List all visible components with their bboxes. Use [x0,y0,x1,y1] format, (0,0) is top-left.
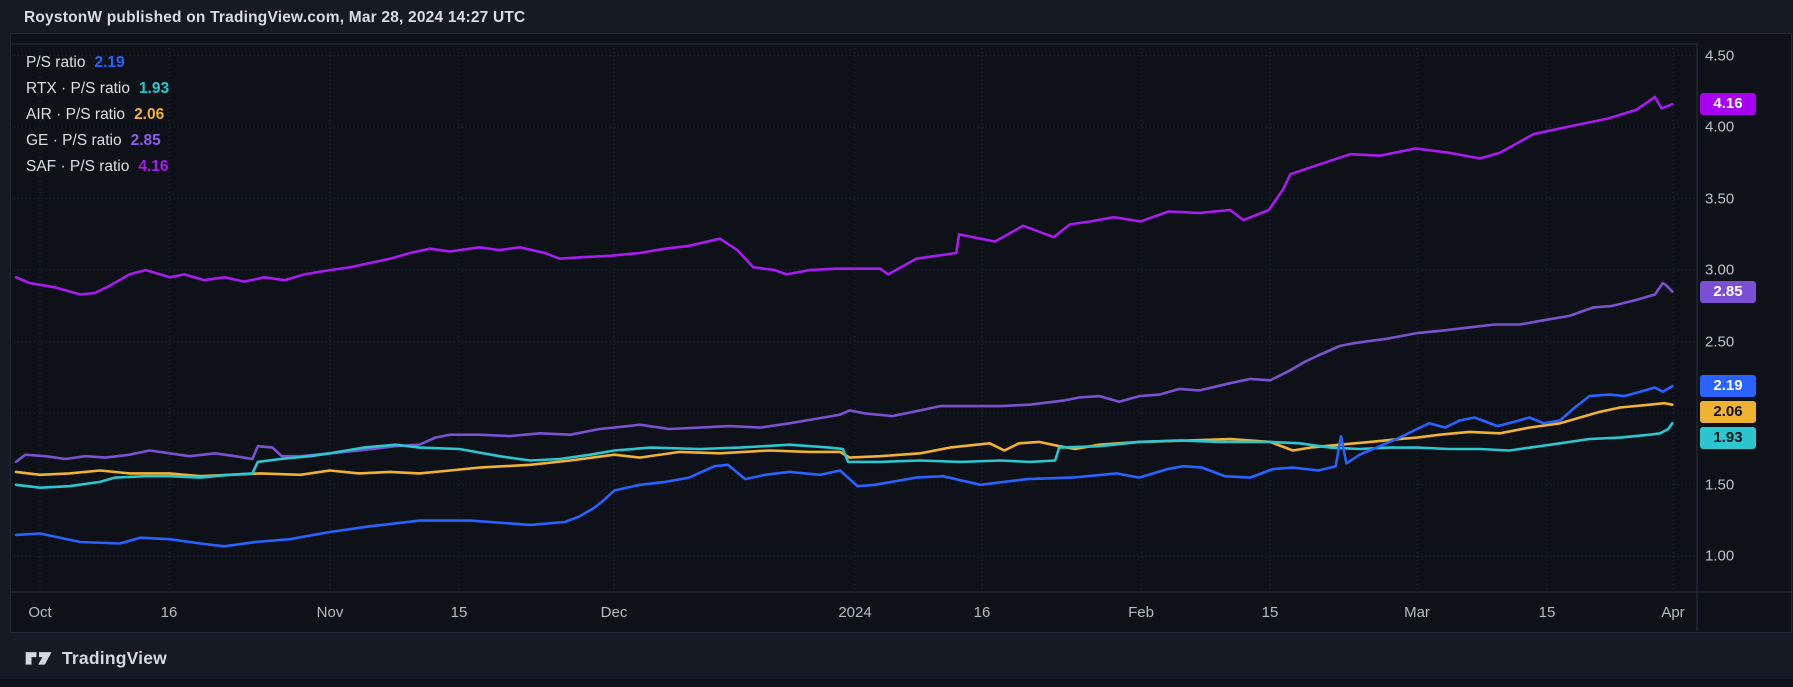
price-badge-4.16: 4.16 [1700,93,1756,115]
y-axis-label-4.50: 4.50 [1705,47,1734,64]
x-axis-label-15: 15 [1262,604,1279,621]
series-line-main[interactable] [16,386,1672,546]
legend-label: AIR · P/S ratio [26,106,125,123]
publish-attribution: RoystonW published on TradingView.com, M… [24,9,525,27]
y-axis-label-3.00: 3.00 [1705,262,1734,279]
footer-brand-text[interactable]: TradingView [62,648,167,669]
legend-row-main[interactable]: P/S ratio 2.19 [26,54,125,72]
price-badge-2.06: 2.06 [1700,401,1756,423]
legend-label: P/S ratio [26,54,85,71]
x-axis-label-oct: Oct [28,604,51,621]
x-axis-label-16: 16 [974,604,991,621]
x-axis-label-15: 15 [1539,604,1556,621]
y-axis-label-3.50: 3.50 [1705,190,1734,207]
x-axis-label-apr: Apr [1661,604,1684,621]
bottom-edge [0,679,1793,687]
legend-label: RTX · P/S ratio [26,80,130,97]
chart-plot-area[interactable] [10,33,1793,631]
x-axis-label-feb: Feb [1128,604,1154,621]
y-axis-label-1.50: 1.50 [1705,476,1734,493]
price-badge-2.19: 2.19 [1700,375,1756,397]
x-axis-label-dec: Dec [601,604,628,621]
y-axis-label-2.50: 2.50 [1705,333,1734,350]
x-axis-label-mar: Mar [1404,604,1430,621]
tradingview-logo-icon[interactable] [24,646,54,670]
legend-row-rtx[interactable]: RTX · P/S ratio 1.93 [26,80,169,98]
chart-panel [10,33,1792,633]
x-axis-label-nov: Nov [317,604,344,621]
x-axis-label-15: 15 [451,604,468,621]
legend-value: 2.85 [131,132,161,149]
legend-value: 1.93 [139,80,169,97]
legend-row-ge[interactable]: GE · P/S ratio 2.85 [26,132,161,150]
legend-label: GE · P/S ratio [26,132,122,149]
x-axis-label-16: 16 [161,604,178,621]
legend-label: SAF · P/S ratio [26,158,129,175]
y-axis-label-4.00: 4.00 [1705,119,1734,136]
series-line-SAF[interactable] [16,97,1672,295]
series-line-RTX[interactable] [16,423,1672,487]
price-badge-2.85: 2.85 [1700,281,1756,303]
footer: TradingView [24,646,167,670]
legend-value: 2.19 [94,54,124,71]
legend-row-air[interactable]: AIR · P/S ratio 2.06 [26,106,164,124]
legend-value: 4.16 [138,158,168,175]
x-axis-label-2024: 2024 [838,604,871,621]
y-axis-label-1.00: 1.00 [1705,548,1734,565]
legend-value: 2.06 [134,106,164,123]
series-line-GE[interactable] [16,283,1672,462]
legend-row-saf[interactable]: SAF · P/S ratio 4.16 [26,158,169,176]
price-badge-1.93: 1.93 [1700,427,1756,449]
